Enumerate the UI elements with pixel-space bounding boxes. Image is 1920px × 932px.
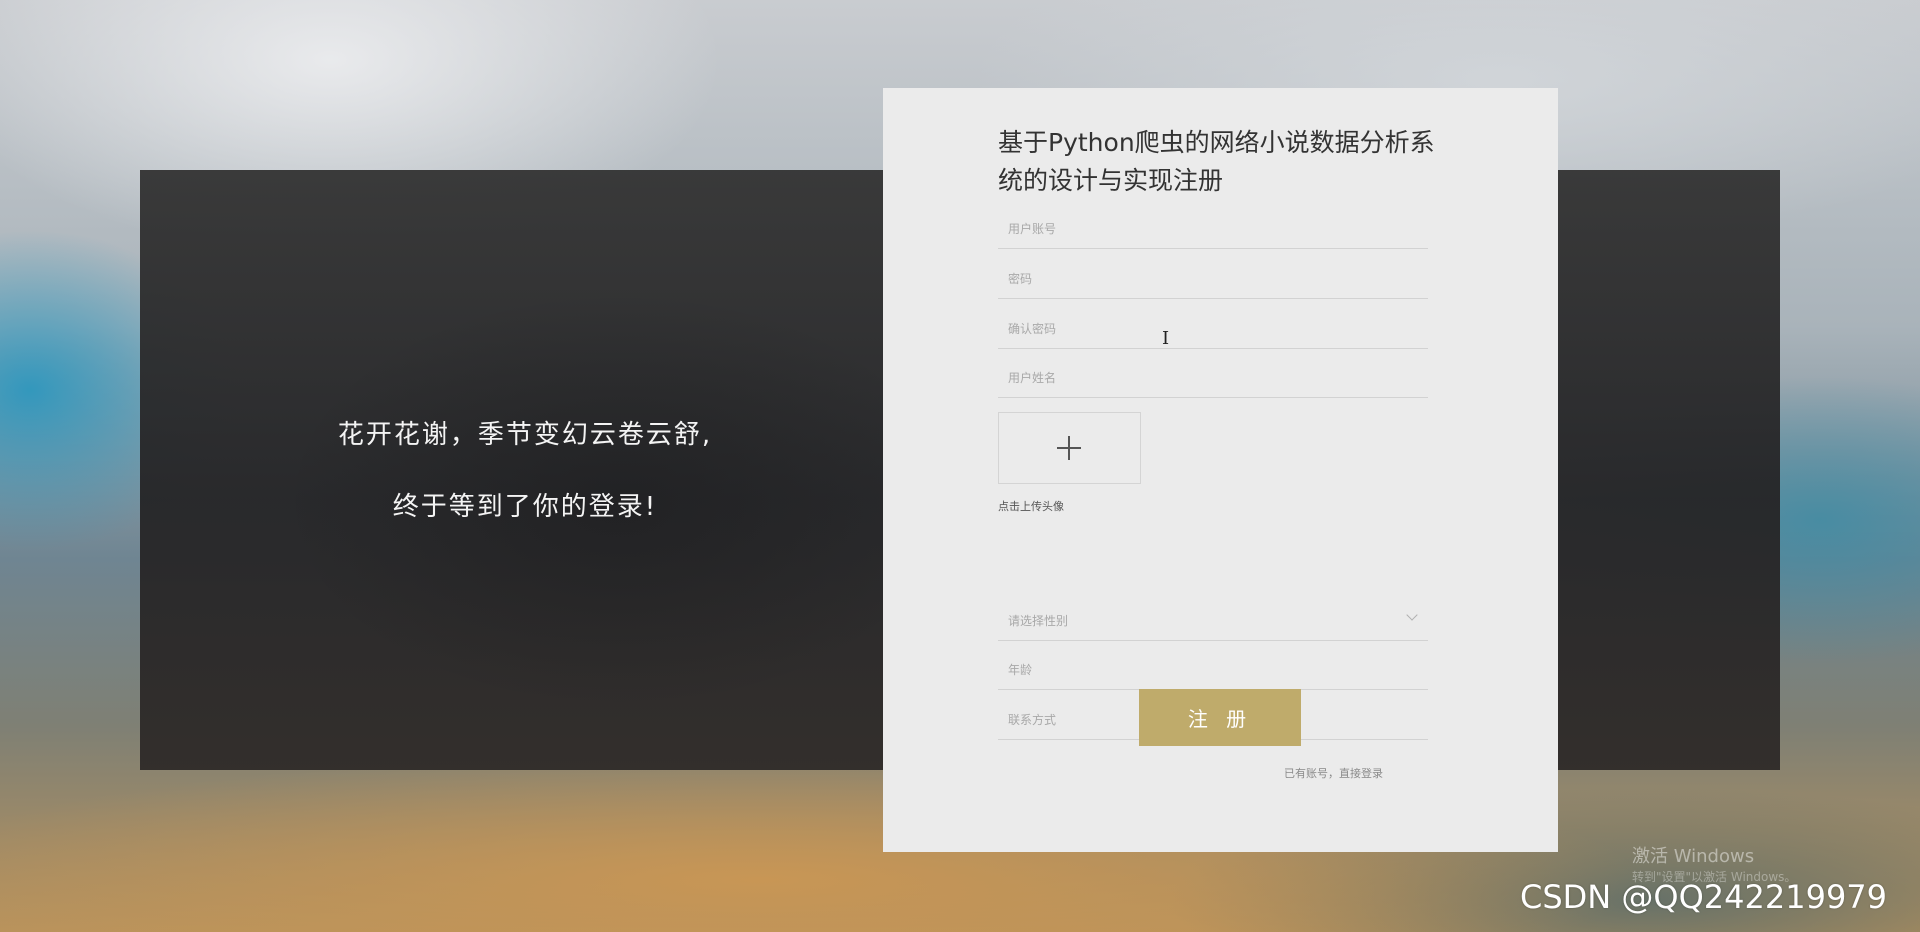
confirm-password-input[interactable]	[998, 310, 1428, 348]
slogan-line-1: 花开花谢，季节变幻云卷云舒,	[337, 420, 713, 450]
slogan: 花开花谢，季节变幻云卷云舒, 终于等到了你的登录!	[140, 405, 910, 549]
age-field	[998, 651, 1428, 690]
gender-select-placeholder: 请选择性别	[1008, 614, 1069, 628]
confirm-password-field	[998, 310, 1428, 349]
form-title: 基于Python爬虫的网络小说数据分析系统的设计与实现注册	[998, 128, 1435, 195]
windows-activate-watermark: 激活 Windows	[1632, 846, 1755, 867]
name-input[interactable]	[998, 359, 1428, 397]
register-form: 基于Python爬虫的网络小说数据分析系统的设计与实现注册 点击上传头像 请选择…	[883, 88, 1558, 852]
gender-select[interactable]: 请选择性别	[998, 602, 1428, 640]
account-input[interactable]	[998, 210, 1428, 248]
login-link[interactable]: 已有账号，直接登录	[1284, 765, 1383, 781]
register-button[interactable]: 注 册	[1139, 689, 1301, 746]
chevron-down-icon	[1406, 609, 1418, 621]
avatar-upload-button[interactable]	[998, 412, 1141, 484]
slogan-line-2: 终于等到了你的登录!	[392, 492, 658, 522]
age-input[interactable]	[998, 651, 1428, 689]
name-field	[998, 359, 1428, 398]
plus-icon	[1057, 436, 1081, 460]
password-input[interactable]	[998, 260, 1428, 298]
password-field	[998, 260, 1428, 299]
account-field	[998, 210, 1428, 249]
text-cursor-icon: I	[1162, 328, 1170, 349]
avatar-upload-label: 点击上传头像	[998, 500, 1064, 513]
csdn-watermark: CSDN @QQ242219979	[1520, 878, 1888, 916]
gender-field: 请选择性别	[998, 602, 1428, 641]
